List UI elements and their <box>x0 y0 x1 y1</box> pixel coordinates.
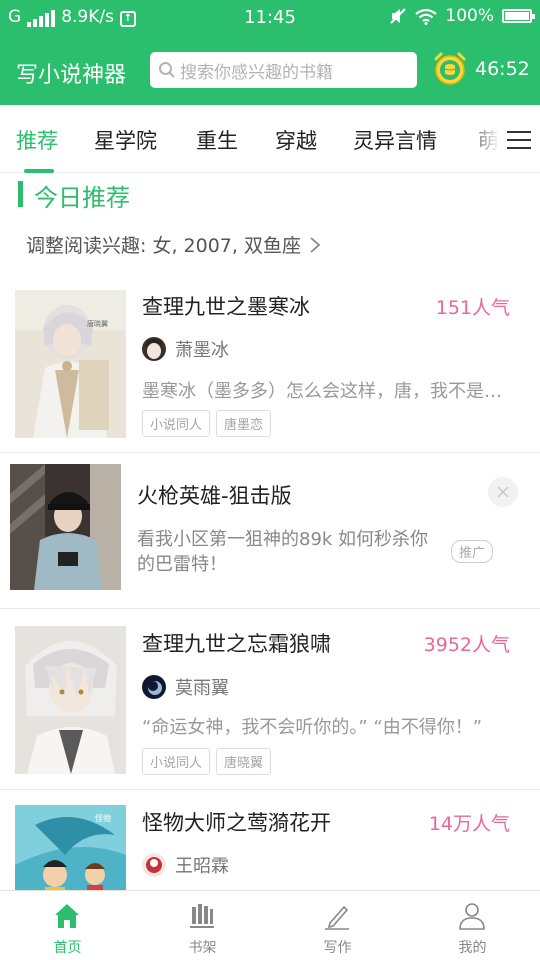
tab-time-travel[interactable]: 穿越 <box>275 125 317 155</box>
popularity-count: 151人气 <box>435 297 510 319</box>
battery-level: 100% <box>445 6 494 26</box>
reading-timer[interactable]: 46:52 <box>432 51 530 87</box>
svg-text:怪物: 怪物 <box>95 813 111 823</box>
tag[interactable]: 唐墨恋 <box>216 410 272 437</box>
sponsored-badge: 推广 <box>451 540 494 563</box>
nav-home[interactable]: 首页 <box>0 891 135 960</box>
tag[interactable]: 唐晓翼 <box>216 748 272 775</box>
book-cover: 唐晓翼 <box>15 290 126 438</box>
nav-label: 我的 <box>458 940 487 956</box>
ad-description: 看我小区第一狙神的89k 如何秒杀你的巴雷特！ <box>137 529 429 575</box>
nav-label: 首页 <box>53 940 82 956</box>
status-bar: G 8.9K/s ↑ 11:45 100% <box>0 0 540 35</box>
tag[interactable]: 小说同人 <box>142 410 211 437</box>
active-tab-indicator <box>24 169 54 173</box>
mute-icon <box>390 8 407 24</box>
bottom-navigation: 首页 书架 写作 我的 <box>0 890 540 960</box>
section-title: 今日推荐 <box>34 184 130 212</box>
svg-text:唐晓翼: 唐晓翼 <box>87 319 108 328</box>
close-icon <box>497 486 509 498</box>
author[interactable]: 莫雨翼 <box>142 674 229 700</box>
ad-image <box>10 464 121 590</box>
search-input[interactable]: 搜索你感兴趣的书籍 <box>150 52 417 88</box>
menu-icon[interactable] <box>506 129 532 151</box>
book-cover: 怪物 <box>15 805 126 890</box>
bookshelf-icon <box>190 904 214 928</box>
app-title: 写小说神器 <box>16 63 127 88</box>
interest-text: 调整阅读兴趣: 女, 2007, 双鱼座 <box>26 235 301 257</box>
popularity-count: 14万人气 <box>428 813 510 835</box>
tag[interactable]: 小说同人 <box>142 748 211 775</box>
tab-rebirth[interactable]: 重生 <box>196 125 238 155</box>
chevron-right-icon <box>310 236 321 253</box>
book-title: 查理九世之墨寒冰 <box>142 295 310 319</box>
category-tabs: 推荐 星学院 重生 穿越 灵异言情 萌 <box>0 105 540 173</box>
battery-icon <box>502 9 535 23</box>
app-header: 写小说神器 搜索你感兴趣的书籍 46:52 <box>0 35 540 105</box>
popularity-count: 3952人气 <box>423 634 510 656</box>
tab-supernatural-romance[interactable]: 灵异言情 <box>353 125 437 155</box>
home-icon <box>55 904 79 928</box>
book-title: 查理九世之忘霜狼啸 <box>142 632 331 656</box>
list-item[interactable]: 唐晓翼 查理九世之墨寒冰 151人气 萧墨冰 墨寒冰（墨多多）怎么会这样，唐，我… <box>0 280 540 452</box>
ad-title: 火枪英雄-狙击版 <box>137 484 292 508</box>
nav-label: 书架 <box>188 940 217 956</box>
author[interactable]: 王昭霖 <box>142 852 229 878</box>
book-cover <box>15 626 126 774</box>
avatar <box>142 337 166 361</box>
tag-list: 小说同人 唐晓翼 <box>142 748 272 775</box>
tag-list: 小说同人 唐墨恋 <box>142 410 272 437</box>
list-item[interactable]: 怪物 怪物大师之莺漪花开 14万人气 王昭霖 <box>0 790 540 890</box>
book-title: 怪物大师之莺漪花开 <box>142 811 331 835</box>
close-ad-button[interactable] <box>488 477 518 507</box>
section-accent-bar <box>18 181 23 207</box>
avatar <box>142 853 166 877</box>
search-icon <box>159 62 175 78</box>
user-icon <box>459 903 485 930</box>
author-name: 萧墨冰 <box>175 340 229 361</box>
search-placeholder: 搜索你感兴趣的书籍 <box>180 62 333 83</box>
ad-item[interactable]: 火枪英雄-狙击版 看我小区第一狙神的89k 如何秒杀你的巴雷特！ 推广 <box>0 453 540 608</box>
author[interactable]: 萧墨冰 <box>142 336 229 362</box>
tab-recommend[interactable]: 推荐 <box>16 125 58 155</box>
avatar <box>142 675 166 699</box>
alarm-clock-icon <box>434 52 466 85</box>
wifi-icon <box>415 8 438 25</box>
author-name: 莫雨翼 <box>175 678 229 699</box>
book-description: 墨寒冰（墨多多）怎么会这样，唐，我不是故意的 <box>142 381 512 402</box>
nav-profile[interactable]: 我的 <box>405 891 540 960</box>
interest-settings-link[interactable]: 调整阅读兴趣: 女, 2007, 双鱼座 <box>26 231 321 258</box>
nav-label: 写作 <box>323 940 352 956</box>
nav-write[interactable]: 写作 <box>270 891 405 960</box>
list-item[interactable]: 查理九世之忘霜狼啸 3952人气 莫雨翼 “命运女神，我不会听你的。” “由不得… <box>0 609 540 789</box>
tab-star-academy[interactable]: 星学院 <box>94 125 157 155</box>
author-name: 王昭霖 <box>175 856 229 877</box>
pen-icon <box>325 905 349 930</box>
timer-value: 46:52 <box>475 58 530 80</box>
book-description: “命运女神，我不会听你的。” “由不得你！” <box>142 717 483 738</box>
nav-bookshelf[interactable]: 书架 <box>135 891 270 960</box>
